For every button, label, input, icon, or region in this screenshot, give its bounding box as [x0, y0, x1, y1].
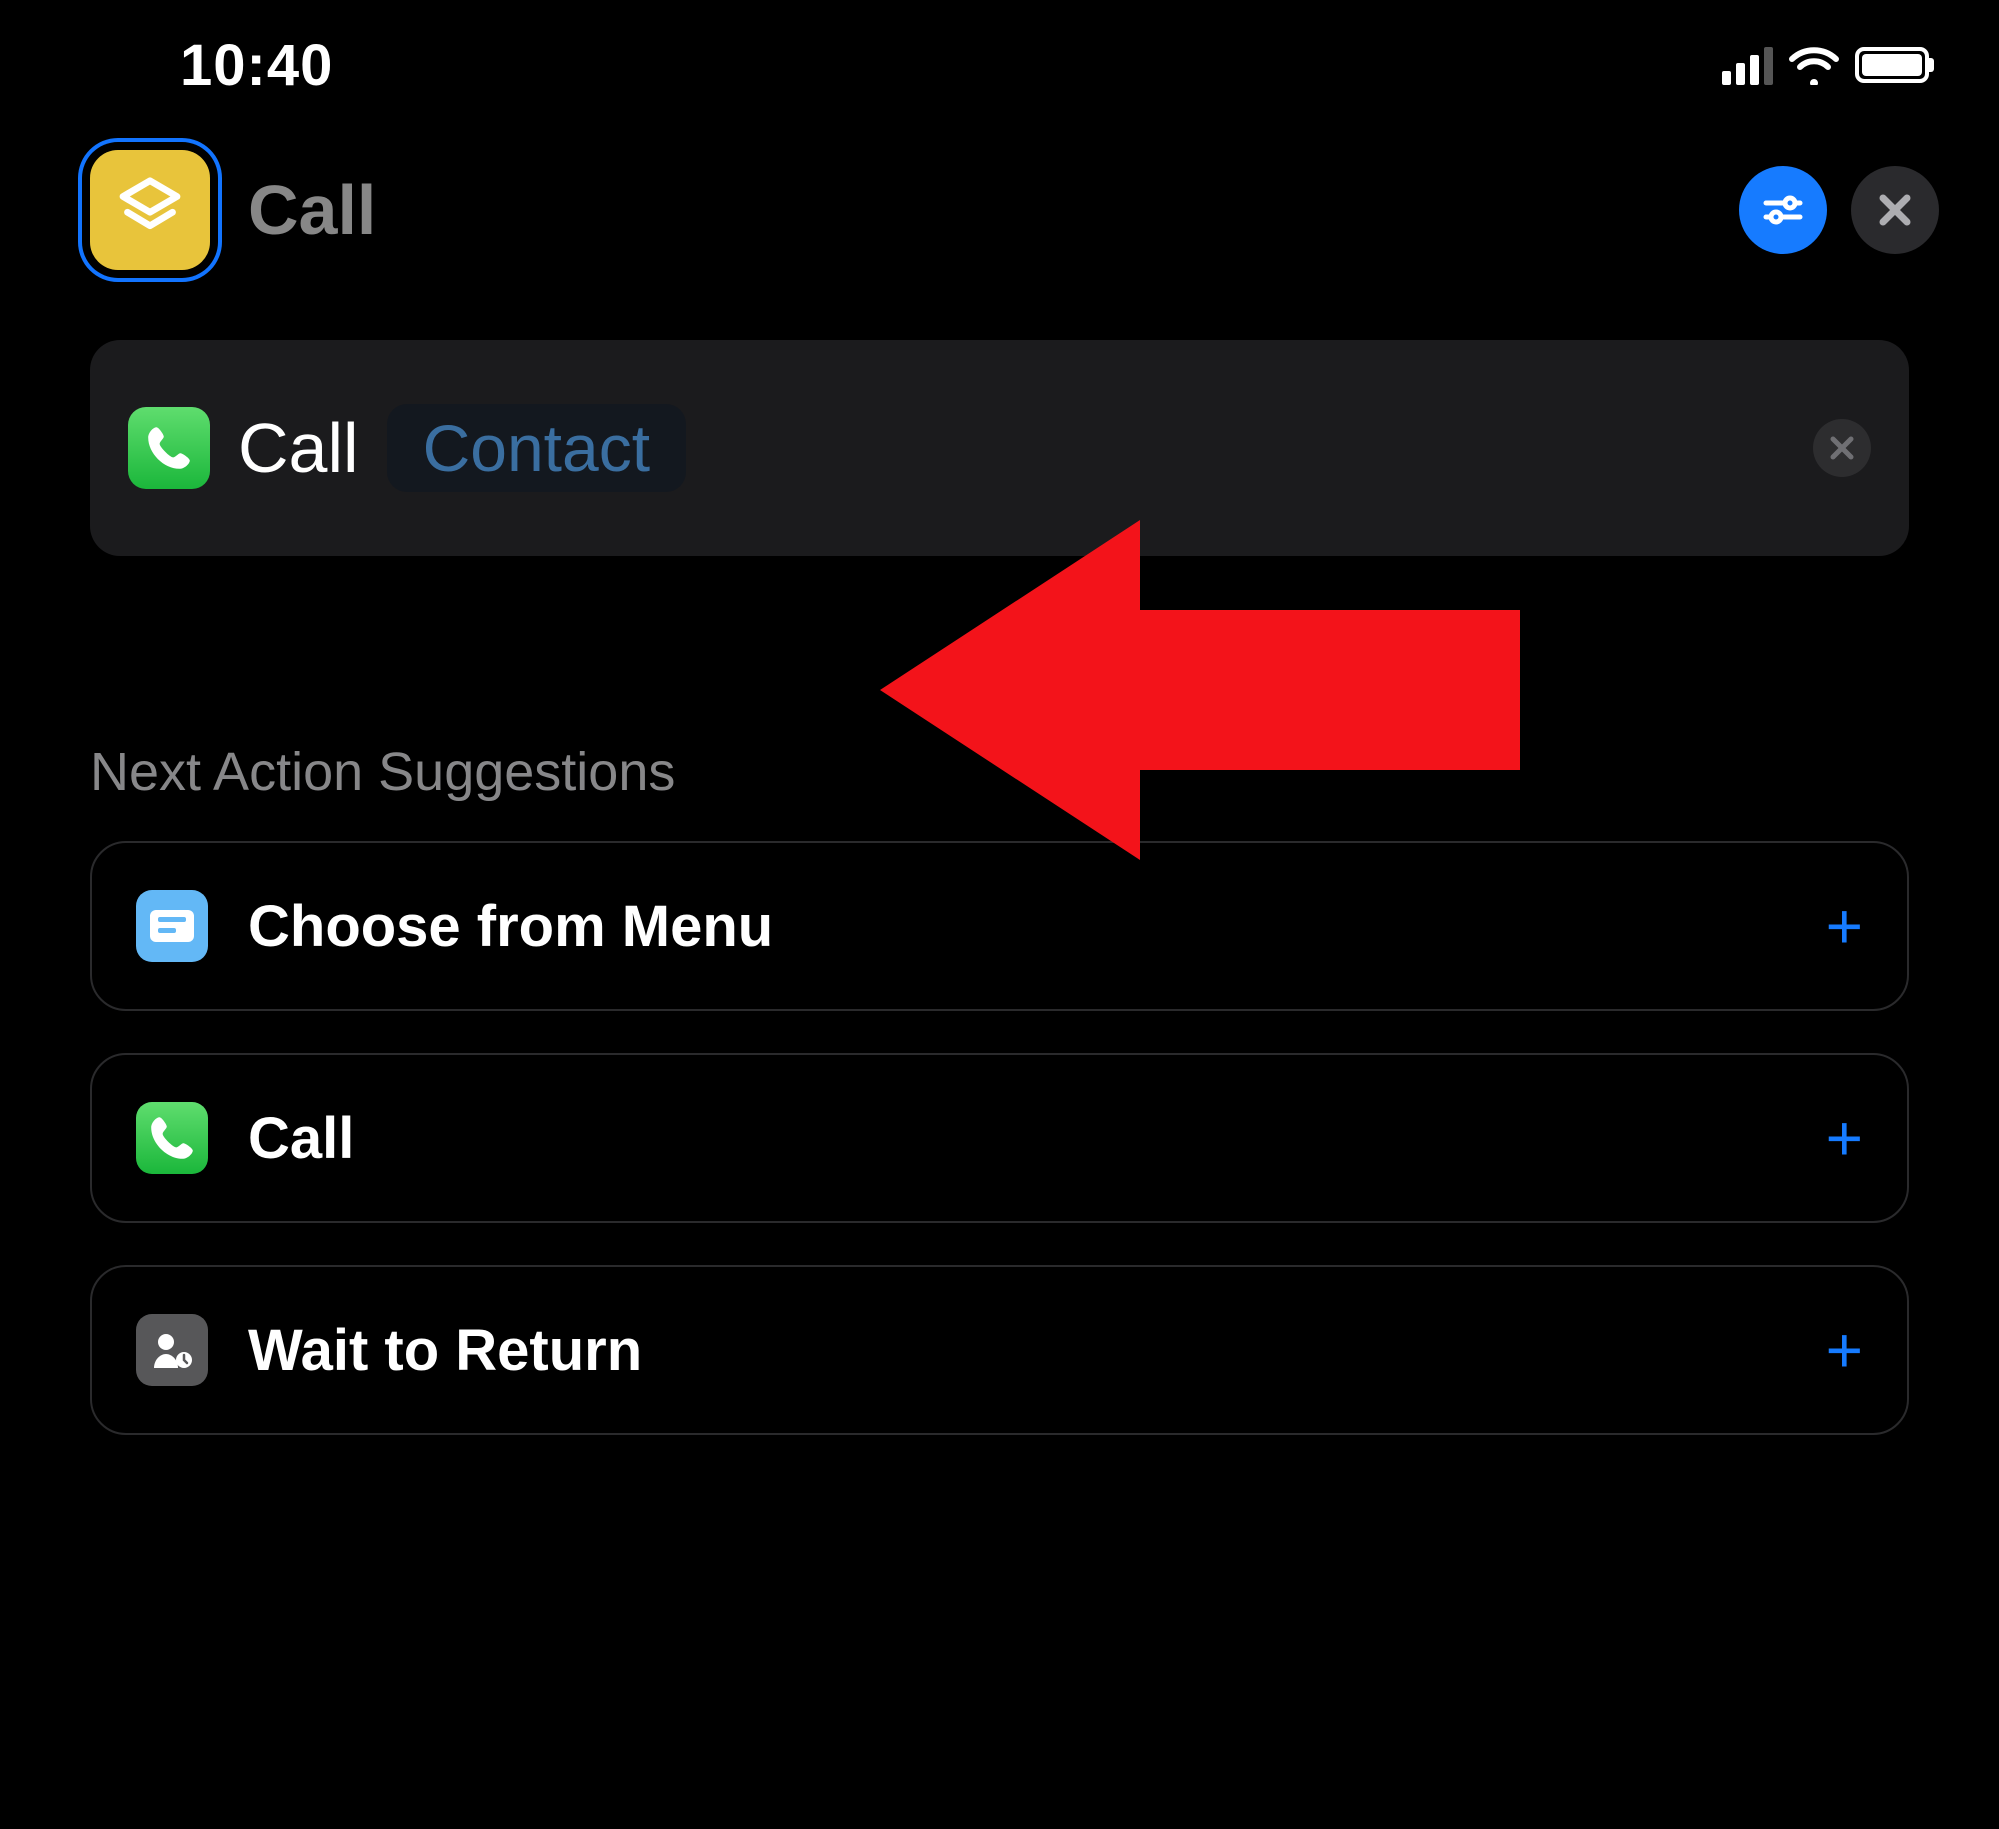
suggestion-label: Choose from Menu	[248, 893, 773, 960]
action-label: Call	[238, 408, 359, 488]
sliders-icon	[1760, 187, 1806, 233]
close-button[interactable]	[1851, 166, 1939, 254]
shortcuts-glyph-icon	[114, 174, 186, 246]
contact-parameter-token[interactable]: Contact	[387, 404, 686, 492]
shortcut-title[interactable]: Call	[248, 170, 376, 250]
settings-button[interactable]	[1739, 166, 1827, 254]
add-suggestion-button[interactable]: +	[1826, 1313, 1863, 1387]
menu-icon	[136, 890, 208, 962]
close-icon	[1872, 187, 1918, 233]
suggestion-wait-to-return[interactable]: Wait to Return +	[90, 1265, 1909, 1435]
next-action-suggestions: Next Action Suggestions Choose from Menu…	[0, 556, 1999, 1435]
person-wait-icon	[136, 1314, 208, 1386]
suggestion-label: Call	[248, 1105, 354, 1172]
suggestion-call[interactable]: Call +	[90, 1053, 1909, 1223]
shortcut-app-icon[interactable]	[90, 150, 210, 270]
suggestions-heading: Next Action Suggestions	[90, 741, 1909, 803]
add-suggestion-button[interactable]: +	[1826, 889, 1863, 963]
phone-icon	[143, 422, 195, 474]
remove-action-button[interactable]	[1813, 419, 1871, 477]
suggestion-choose-from-menu[interactable]: Choose from Menu +	[90, 841, 1909, 1011]
status-time: 10:40	[180, 32, 333, 99]
status-bar: 10:40	[0, 0, 1999, 110]
battery-icon	[1855, 47, 1929, 83]
phone-icon	[136, 1102, 208, 1174]
x-small-icon	[1828, 434, 1856, 462]
wifi-icon	[1789, 45, 1839, 85]
status-indicators	[1722, 45, 1929, 85]
action-call[interactable]: Call Contact	[90, 340, 1909, 556]
phone-app-icon	[128, 407, 210, 489]
editor-header: Call	[0, 110, 1999, 310]
cellular-signal-icon	[1722, 45, 1773, 85]
suggestion-label: Wait to Return	[248, 1317, 642, 1384]
actions-list: Call Contact	[0, 310, 1999, 556]
add-suggestion-button[interactable]: +	[1826, 1101, 1863, 1175]
screen: 10:40 Call	[0, 0, 1999, 1829]
